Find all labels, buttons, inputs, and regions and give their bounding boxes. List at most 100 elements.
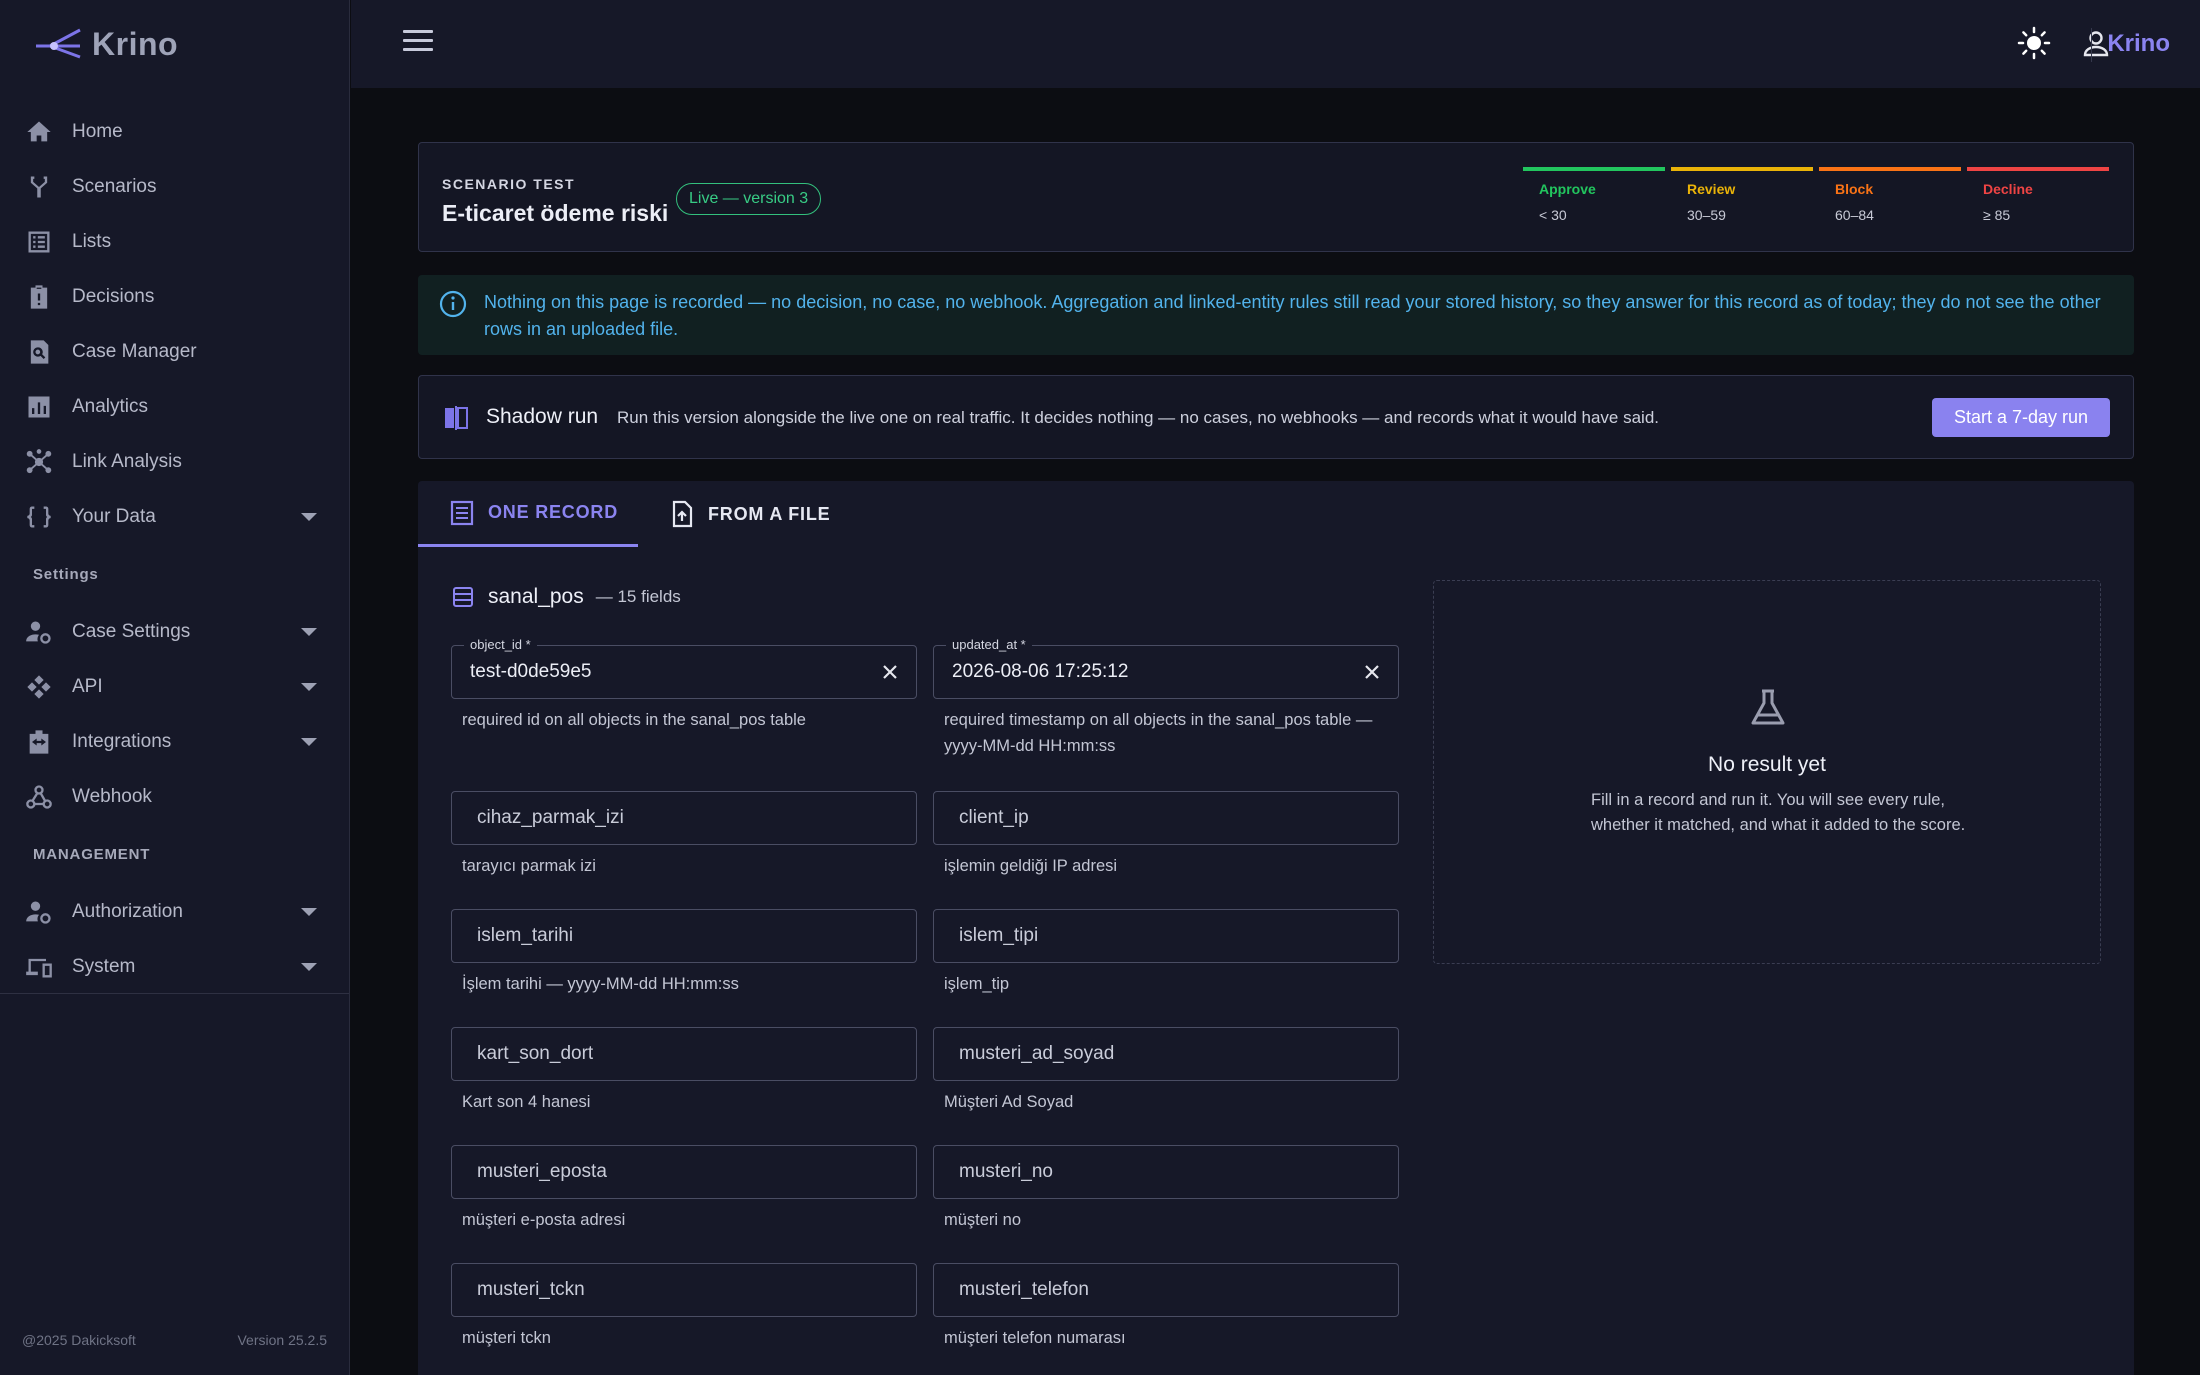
no-result-title: No result yet bbox=[1708, 753, 1826, 776]
sidebar-item-label: Case Manager bbox=[72, 340, 197, 362]
musteri-ad-soyad-input[interactable]: musteri_ad_soyad bbox=[933, 1027, 1399, 1081]
topbar: Krino bbox=[351, 0, 2200, 88]
threshold-range: ≥ 85 bbox=[1983, 207, 2011, 223]
scenario-header-card: SCENARIO TEST E-ticaret ödeme riski Live… bbox=[418, 142, 2134, 252]
field-help: Kart son 4 hanesi bbox=[462, 1093, 591, 1111]
sidebar-item-label: API bbox=[72, 675, 103, 697]
sidebar-item-analytics[interactable]: Analytics bbox=[0, 379, 349, 434]
field-musteri-telefon: musteri_telefon müşteri telefon numarası bbox=[933, 1263, 1399, 1351]
field-islem-tarihi: islem_tarihi İşlem tarihi — yyyy-MM-dd H… bbox=[451, 909, 917, 997]
clear-icon[interactable] bbox=[1362, 662, 1382, 682]
info-banner: Nothing on this page is recorded — no de… bbox=[418, 275, 2134, 355]
chevron-down-icon bbox=[301, 683, 317, 691]
test-form-card: ONE RECORD FROM A FILE sanal_pos — 15 fi… bbox=[418, 481, 2134, 1375]
field-help: işlemin geldiği IP adresi bbox=[944, 857, 1118, 875]
receipt-icon bbox=[450, 500, 474, 525]
hub-icon bbox=[24, 447, 54, 477]
api-icon bbox=[24, 672, 54, 702]
clear-icon[interactable] bbox=[880, 662, 900, 682]
islem-tarihi-input[interactable]: islem_tarihi bbox=[451, 909, 917, 963]
chevron-down-icon bbox=[301, 513, 317, 521]
islem-tipi-input[interactable]: islem_tipi bbox=[933, 909, 1399, 963]
musteri-tckn-input[interactable]: musteri_tckn bbox=[451, 1263, 917, 1317]
sidebar-item-label: Link Analysis bbox=[72, 450, 182, 472]
threshold-range: < 30 bbox=[1539, 207, 1567, 223]
search-doc-icon bbox=[24, 337, 54, 367]
status-badge: Live — version 3 bbox=[676, 183, 822, 215]
musteri-eposta-input[interactable]: musteri_eposta bbox=[451, 1145, 917, 1199]
brand-label[interactable]: Krino bbox=[2107, 30, 2170, 58]
client-ip-input[interactable]: client_ip bbox=[933, 791, 1399, 845]
clipboard-icon bbox=[24, 282, 54, 312]
menu-icon[interactable] bbox=[403, 30, 433, 58]
musteri-telefon-input[interactable]: musteri_telefon bbox=[933, 1263, 1399, 1317]
field-help: işlem_tip bbox=[944, 975, 1010, 993]
object-id-input[interactable]: object_id * test-d0de59e5 bbox=[451, 637, 917, 699]
field-help: müşteri e-posta adresi bbox=[462, 1211, 626, 1229]
home-icon bbox=[24, 117, 54, 147]
sidebar-item-authorization[interactable]: Authorization bbox=[0, 884, 349, 939]
no-result-description: Fill in a record and run it. You will se… bbox=[1591, 791, 1966, 834]
field-label: updated_at * bbox=[946, 637, 1032, 652]
field-placeholder: musteri_no bbox=[959, 1161, 1053, 1182]
table-icon bbox=[453, 587, 473, 607]
threshold-range: 30–59 bbox=[1687, 207, 1726, 223]
sidebar-item-scenarios[interactable]: Scenarios bbox=[0, 159, 349, 214]
sidebar-item-lists[interactable]: Lists bbox=[0, 214, 349, 269]
user-gear-icon bbox=[24, 897, 54, 927]
threshold-name: Decline bbox=[1983, 181, 2033, 197]
cihaz-parmak-izi-input[interactable]: cihaz_parmak_izi bbox=[451, 791, 917, 845]
integration-icon bbox=[24, 727, 54, 757]
sidebar-item-integrations[interactable]: Integrations bbox=[0, 714, 349, 769]
logo[interactable]: Krino bbox=[34, 22, 178, 66]
field-placeholder: client_ip bbox=[959, 807, 1029, 828]
compare-icon bbox=[445, 406, 468, 430]
chevron-down-icon bbox=[301, 628, 317, 636]
field-object-id: object_id * test-d0de59e5 required id on… bbox=[451, 637, 917, 733]
theme-toggle-sun-icon[interactable] bbox=[2016, 25, 2052, 61]
sidebar-item-home[interactable]: Home bbox=[0, 104, 349, 159]
field-client-ip: client_ip işlemin geldiği IP adresi bbox=[933, 791, 1399, 879]
field-musteri-ad-soyad: musteri_ad_soyad Müşteri Ad Soyad bbox=[933, 1027, 1399, 1115]
field-help: required timestamp on all objects in the… bbox=[944, 711, 1373, 755]
updated-at-input[interactable]: updated_at * 2026-08-06 17:25:12 bbox=[933, 637, 1399, 699]
tab-label: FROM A FILE bbox=[708, 503, 831, 524]
field-placeholder: islem_tarihi bbox=[477, 925, 574, 946]
musteri-no-input[interactable]: musteri_no bbox=[933, 1145, 1399, 1199]
tab-one-record[interactable]: ONE RECORD bbox=[418, 481, 638, 547]
field-help: tarayıcı parmak izi bbox=[462, 857, 596, 875]
bar-chart-icon bbox=[24, 392, 54, 422]
sidebar-item-your-data[interactable]: Your Data bbox=[0, 489, 349, 544]
start-shadow-run-button[interactable]: Start a 7-day run bbox=[1932, 398, 2110, 437]
field-help: müşteri tckn bbox=[462, 1329, 551, 1347]
field-count: — 15 fields bbox=[595, 587, 681, 606]
sidebar-item-link-analysis[interactable]: Link Analysis bbox=[0, 434, 349, 489]
threshold-review: Review 30–59 bbox=[1671, 167, 1813, 223]
field-updated-at: updated_at * 2026-08-06 17:25:12 require… bbox=[933, 637, 1399, 759]
sidebar-item-decisions[interactable]: Decisions bbox=[0, 269, 349, 324]
field-help: required id on all objects in the sanal_… bbox=[462, 711, 806, 729]
sidebar-item-webhook[interactable]: Webhook bbox=[0, 769, 349, 824]
field-help: Müşteri Ad Soyad bbox=[944, 1093, 1074, 1111]
tab-label: ONE RECORD bbox=[488, 502, 619, 522]
sidebar-item-api[interactable]: API bbox=[0, 659, 349, 714]
field-musteri-tckn: musteri_tckn müşteri tckn bbox=[451, 1263, 917, 1351]
copyright: @2025 Dakicksoft bbox=[22, 1332, 136, 1348]
tab-from-file[interactable]: FROM A FILE bbox=[668, 481, 868, 547]
sidebar-item-label: Webhook bbox=[72, 785, 152, 807]
sidebar-item-label: Integrations bbox=[72, 730, 172, 752]
field-placeholder: cihaz_parmak_izi bbox=[477, 807, 624, 828]
chevron-down-icon bbox=[301, 738, 317, 746]
sidebar-item-label: Decisions bbox=[72, 285, 155, 307]
sidebar-item-case-manager[interactable]: Case Manager bbox=[0, 324, 349, 379]
sidebar-section-settings: Settings bbox=[33, 565, 99, 583]
info-text: Nothing on this page is recorded — no de… bbox=[484, 292, 2101, 339]
sidebar-item-system[interactable]: System bbox=[0, 939, 349, 994]
sidebar-section-management: MANAGEMENT bbox=[33, 845, 151, 863]
sidebar-item-case-settings[interactable]: Case Settings bbox=[0, 604, 349, 659]
sidebar-item-label: System bbox=[72, 955, 136, 977]
field-musteri-eposta: musteri_eposta müşteri e-posta adresi bbox=[451, 1145, 917, 1233]
kart-son-dort-input[interactable]: kart_son_dort bbox=[451, 1027, 917, 1081]
field-label: object_id * bbox=[464, 637, 537, 652]
threshold-approve: Approve < 30 bbox=[1523, 167, 1665, 223]
